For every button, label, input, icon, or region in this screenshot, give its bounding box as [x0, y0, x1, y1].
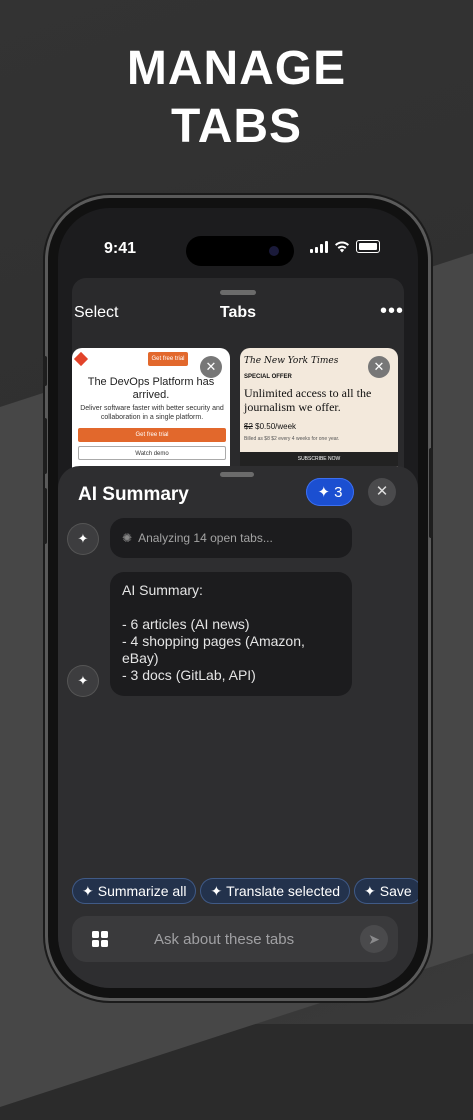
promo-headline: MANAGE TABS	[0, 40, 473, 156]
ai-avatar-sparkle-icon: ✦	[68, 524, 98, 554]
tab-grid-icon[interactable]	[92, 931, 108, 947]
close-icon[interactable]: ✕	[368, 478, 396, 506]
nyt-headline: Unlimited access to all the journalism w…	[244, 386, 372, 414]
ask-input-bar[interactable]: Ask about these tabs ➤	[72, 916, 398, 962]
mute-switch	[43, 356, 47, 386]
power-button	[429, 448, 433, 538]
ask-input[interactable]: Ask about these tabs	[154, 931, 294, 948]
save-chip[interactable]: ✦ Save	[354, 878, 418, 904]
ai-avatar-sparkle-icon: ✦	[68, 666, 98, 696]
nyt-fine-print: Billed as $8 $2 every 4 weeks for one ye…	[244, 436, 340, 442]
gitlab-primary-button: Get free trial	[78, 428, 226, 442]
headline-line-1: MANAGE	[126, 42, 347, 95]
ai-summary-sheet: AI Summary ✦ 3 ✕ ✦ ✺ Analyzing 14 open ta…	[58, 466, 418, 988]
action-chips: ✦ Summarize all ✦ Translate selected ✦ Save	[72, 878, 418, 904]
dynamic-island	[186, 236, 294, 266]
gitlab-headline: The DevOps Platform has arrived.	[87, 376, 215, 401]
summary-item: - 3 docs (GitLab, API)	[122, 667, 256, 683]
sparkle-icon: ✦	[317, 484, 331, 501]
selected-count: 3	[334, 483, 343, 501]
phone-screen: 9:41 Select Tabs ••• Get free trial The …	[58, 208, 418, 988]
nyt-logo: The New York Times	[244, 356, 339, 366]
nyt-old-price: $2	[244, 422, 253, 431]
ai-summary-title: AI Summary	[78, 484, 189, 505]
summary-item: - 6 articles (AI news)	[122, 616, 250, 632]
gitlab-logo-icon	[73, 351, 89, 367]
nyt-special-offer: SPECIAL OFFER	[244, 374, 292, 380]
volume-down-button	[43, 488, 47, 544]
status-bar: 9:41	[58, 236, 418, 266]
sparkle-icon: ✦	[364, 882, 376, 899]
gitlab-trial-chip: Get free trial	[148, 352, 188, 366]
sparkle-icon: ✦	[82, 882, 94, 899]
summary-bubble: AI Summary: - 6 articles (AI news) - 4 s…	[110, 572, 352, 696]
close-tab-icon[interactable]: ✕	[368, 356, 390, 378]
chip-label: Summarize all	[97, 883, 187, 899]
sparkle-icon: ✦	[210, 882, 223, 899]
summary-title: AI Summary:	[122, 582, 203, 598]
battery-icon	[356, 240, 380, 253]
chip-label: Translate selected	[226, 883, 341, 899]
sheet-grabber[interactable]	[220, 290, 256, 295]
selected-count-badge[interactable]: ✦ 3	[306, 478, 354, 506]
nyt-new-price: $0.50/week	[255, 422, 297, 431]
phone-frame: 9:41 Select Tabs ••• Get free trial The …	[43, 198, 433, 998]
gitlab-body: Deliver software faster with better secu…	[80, 405, 224, 421]
nyt-price: $2 $0.50/week	[244, 422, 296, 431]
tabs-title: Tabs	[219, 304, 257, 321]
chip-label: Save	[379, 883, 412, 899]
summary-item: - 4 shopping pages (Amazon, eBay)	[122, 633, 305, 666]
headline-line-2: TABS	[170, 100, 303, 153]
more-icon[interactable]: •••	[380, 300, 404, 323]
sheet-grabber[interactable]	[220, 472, 254, 477]
nyt-subscribe-button: SUBSCRIBE NOW	[240, 452, 398, 466]
send-icon[interactable]: ➤	[360, 925, 388, 953]
status-icons	[310, 240, 380, 253]
translate-selected-chip[interactable]: ✦ Translate selected	[200, 878, 351, 904]
wifi-icon	[335, 241, 349, 252]
analyzing-bubble: ✺ Analyzing 14 open tabs...	[110, 518, 352, 558]
volume-up-button	[43, 418, 47, 474]
camera-dot	[269, 246, 279, 256]
close-tab-icon[interactable]: ✕	[200, 356, 222, 378]
cellular-signal-icon	[310, 240, 328, 253]
gitlab-secondary-button: Watch demo	[78, 446, 226, 460]
summarize-all-chip[interactable]: ✦ Summarize all	[72, 878, 197, 904]
status-time: 9:41	[104, 240, 137, 257]
spinner-icon: ✺	[122, 531, 133, 545]
analyzing-text: Analyzing 14 open tabs...	[138, 531, 273, 545]
